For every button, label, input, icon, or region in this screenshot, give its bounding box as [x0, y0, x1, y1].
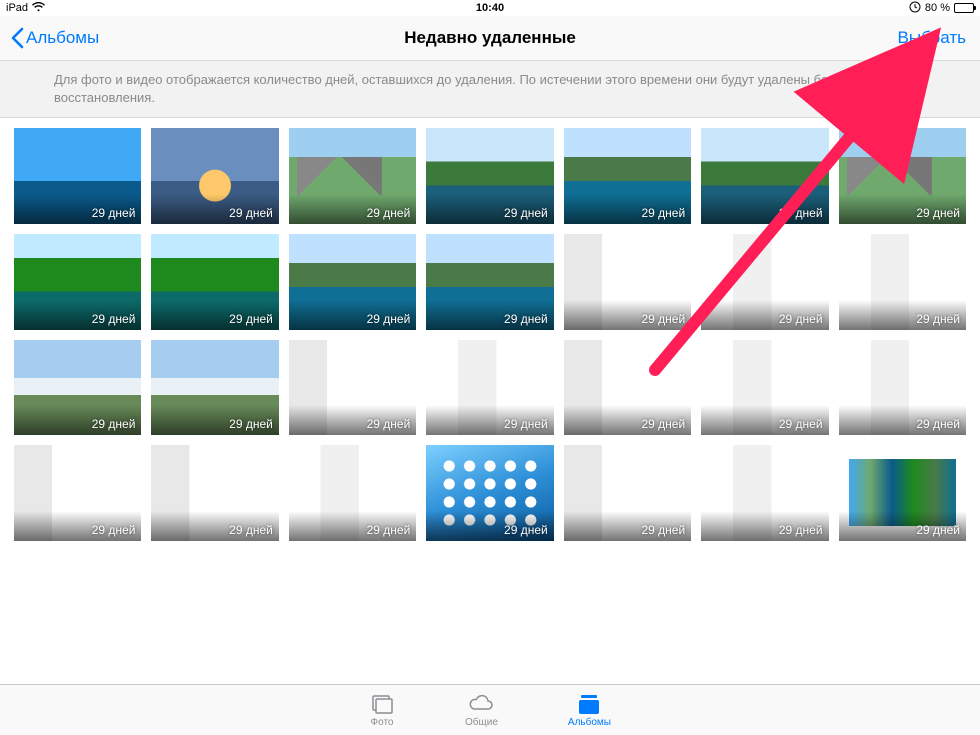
- photo-thumb[interactable]: 29 дней: [289, 340, 416, 436]
- days-remaining: 29 дней: [92, 312, 136, 326]
- orientation-lock-icon: [909, 1, 921, 16]
- photo-thumb[interactable]: 29 дней: [564, 445, 691, 541]
- photo-thumb[interactable]: 29 дней: [289, 234, 416, 330]
- battery-icon: [954, 3, 974, 13]
- days-remaining: 29 дней: [916, 206, 960, 220]
- info-banner: Для фото и видео отображается количество…: [0, 60, 980, 118]
- clock: 10:40: [476, 2, 504, 14]
- photo-thumb[interactable]: 29 дней: [426, 445, 553, 541]
- days-remaining: 29 дней: [229, 206, 273, 220]
- photo-thumb[interactable]: 29 дней: [564, 128, 691, 224]
- back-label: Альбомы: [26, 28, 99, 48]
- days-remaining: 29 дней: [504, 206, 548, 220]
- days-remaining: 29 дней: [504, 417, 548, 431]
- days-remaining: 29 дней: [229, 417, 273, 431]
- tab-label: Общие: [465, 717, 498, 728]
- select-button[interactable]: Выбрать: [898, 28, 970, 48]
- days-remaining: 29 дней: [916, 417, 960, 431]
- days-remaining: 29 дней: [229, 312, 273, 326]
- photo-thumb[interactable]: 29 дней: [14, 234, 141, 330]
- chevron-left-icon: [10, 27, 24, 49]
- photo-thumb[interactable]: 29 дней: [839, 234, 966, 330]
- days-remaining: 29 дней: [504, 523, 548, 537]
- tab-label: Фото: [371, 717, 394, 728]
- photo-thumb[interactable]: 29 дней: [426, 128, 553, 224]
- photo-thumb[interactable]: 29 дней: [701, 128, 828, 224]
- days-remaining: 29 дней: [779, 206, 823, 220]
- days-remaining: 29 дней: [504, 312, 548, 326]
- days-remaining: 29 дней: [779, 417, 823, 431]
- tab-albums[interactable]: Альбомы: [568, 692, 611, 728]
- photo-thumb[interactable]: 29 дней: [426, 234, 553, 330]
- tab-label: Альбомы: [568, 717, 611, 728]
- tab-bar: Фото Общие Альбомы: [0, 684, 980, 735]
- photo-thumb[interactable]: 29 дней: [701, 340, 828, 436]
- wifi-icon: [32, 2, 45, 15]
- photo-thumb[interactable]: 29 дней: [564, 340, 691, 436]
- photo-thumb[interactable]: 29 дней: [151, 445, 278, 541]
- info-banner-text: Для фото и видео отображается количество…: [54, 72, 916, 105]
- nav-bar: Альбомы Недавно удаленные Выбрать: [0, 16, 980, 60]
- cloud-icon: [468, 692, 494, 716]
- photo-thumb[interactable]: 29 дней: [289, 128, 416, 224]
- photo-thumb[interactable]: 29 дней: [839, 445, 966, 541]
- back-button[interactable]: Альбомы: [10, 27, 99, 49]
- albums-icon: [576, 692, 602, 716]
- days-remaining: 29 дней: [916, 312, 960, 326]
- days-remaining: 29 дней: [92, 523, 136, 537]
- device-label: iPad: [6, 2, 28, 14]
- photo-thumb[interactable]: 29 дней: [151, 234, 278, 330]
- days-remaining: 29 дней: [92, 417, 136, 431]
- photo-grid: 29 дней 29 дней 29 дней 29 дней 29 дней 29 дн…: [14, 128, 966, 540]
- tab-photos[interactable]: Фото: [369, 692, 395, 728]
- days-remaining: 29 дней: [641, 417, 685, 431]
- photo-thumb[interactable]: 29 дней: [151, 340, 278, 436]
- photo-thumb[interactable]: 29 дней: [839, 128, 966, 224]
- days-remaining: 29 дней: [641, 206, 685, 220]
- days-remaining: 29 дней: [367, 417, 411, 431]
- photo-thumb[interactable]: 29 дней: [14, 445, 141, 541]
- days-remaining: 29 дней: [92, 206, 136, 220]
- days-remaining: 29 дней: [367, 523, 411, 537]
- photo-thumb[interactable]: 29 дней: [14, 340, 141, 436]
- days-remaining: 29 дней: [229, 523, 273, 537]
- days-remaining: 29 дней: [641, 523, 685, 537]
- days-remaining: 29 дней: [641, 312, 685, 326]
- photo-thumb[interactable]: 29 дней: [289, 445, 416, 541]
- page-title: Недавно удаленные: [404, 28, 576, 48]
- photo-thumb[interactable]: 29 дней: [14, 128, 141, 224]
- photo-thumb[interactable]: 29 дней: [839, 340, 966, 436]
- days-remaining: 29 дней: [779, 523, 823, 537]
- battery-pct: 80 %: [925, 2, 950, 14]
- photo-grid-scroll[interactable]: 29 дней 29 дней 29 дней 29 дней 29 дней 29 дн…: [0, 118, 980, 687]
- photo-thumb[interactable]: 29 дней: [701, 234, 828, 330]
- days-remaining: 29 дней: [779, 312, 823, 326]
- status-bar: iPad 10:40 80 %: [0, 0, 980, 16]
- photo-thumb[interactable]: 29 дней: [564, 234, 691, 330]
- photos-icon: [369, 692, 395, 716]
- photo-thumb[interactable]: 29 дней: [426, 340, 553, 436]
- days-remaining: 29 дней: [367, 312, 411, 326]
- days-remaining: 29 дней: [916, 523, 960, 537]
- photo-thumb[interactable]: 29 дней: [151, 128, 278, 224]
- tab-shared[interactable]: Общие: [465, 692, 498, 728]
- days-remaining: 29 дней: [367, 206, 411, 220]
- photo-thumb[interactable]: 29 дней: [701, 445, 828, 541]
